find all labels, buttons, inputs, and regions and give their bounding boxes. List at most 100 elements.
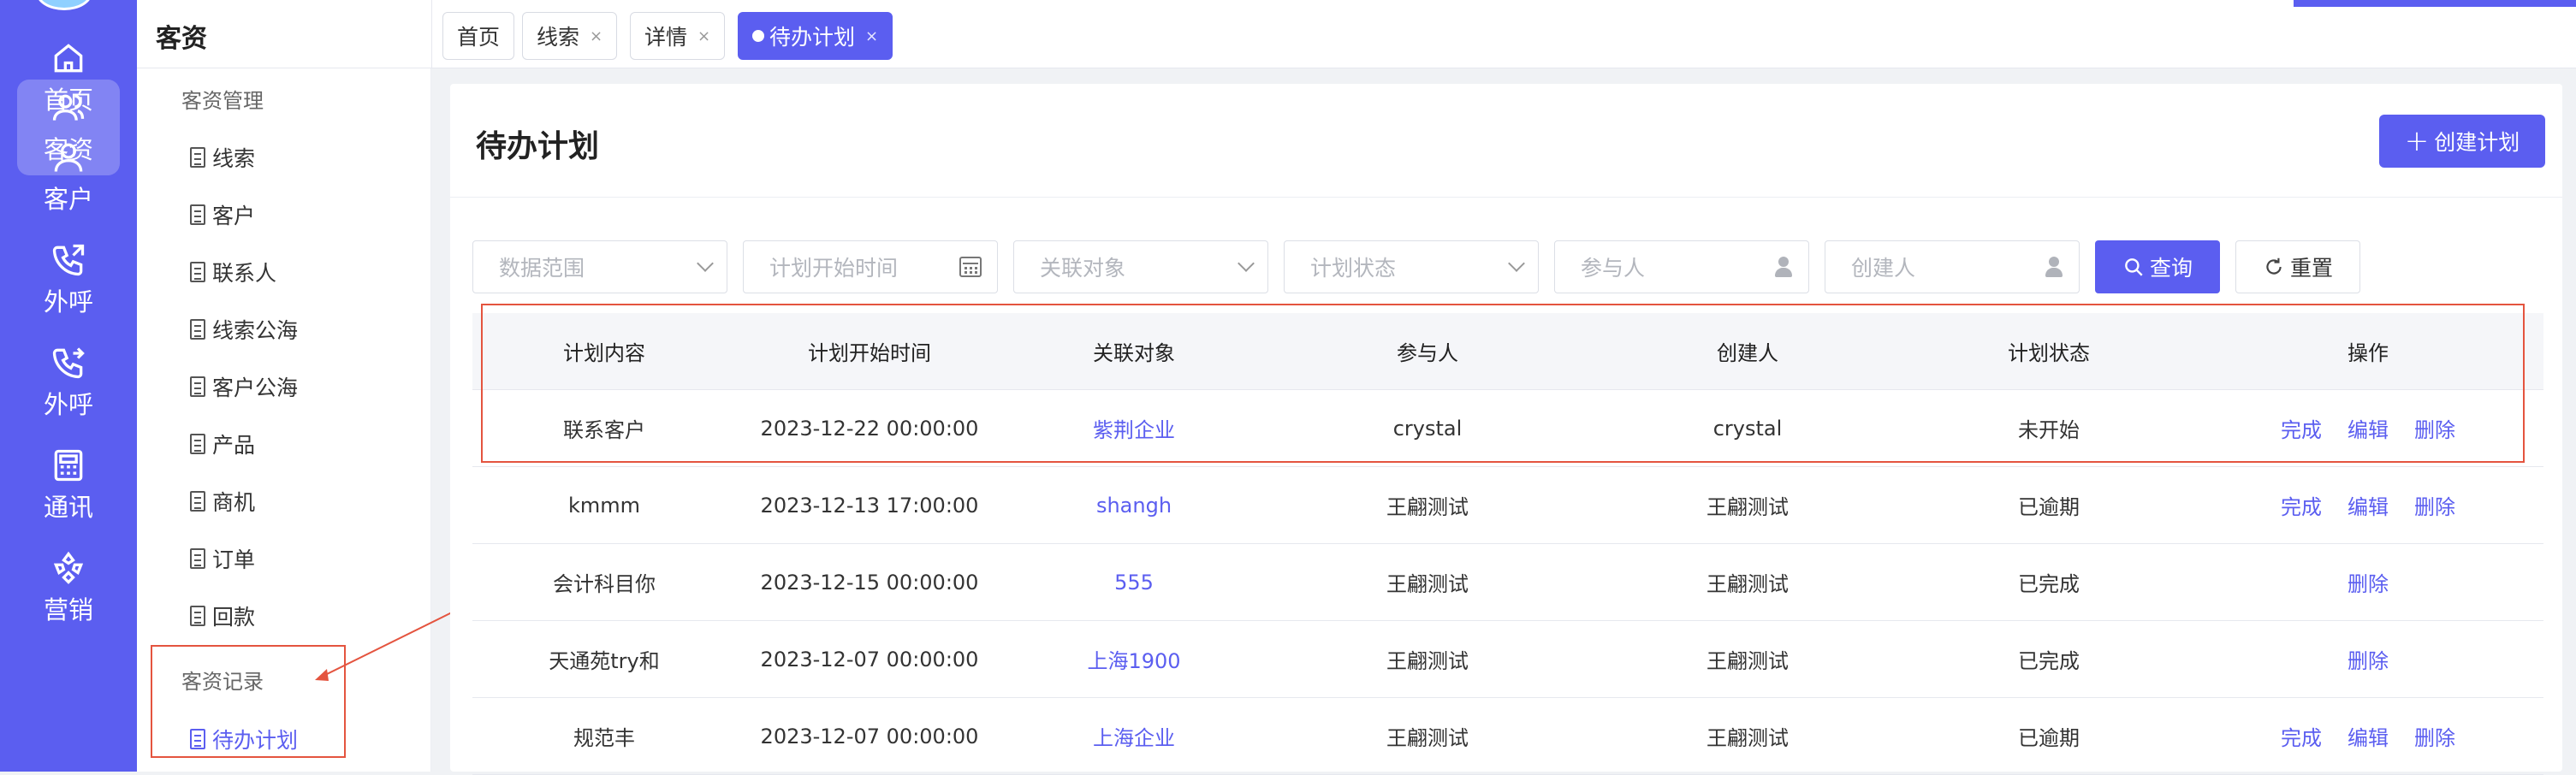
delete-link[interactable]: 删除 [2347, 567, 2389, 597]
tab-leads[interactable]: 线索 × [522, 12, 618, 60]
document-icon [190, 548, 205, 569]
search-icon [2125, 258, 2143, 276]
participant-input[interactable]: 参与人 [1554, 240, 1809, 293]
top-bar: 客资 首页 线索 × 详情 × 待办计划 × [137, 0, 2576, 68]
data-range-select[interactable]: 数据范围 [472, 240, 727, 293]
sidebar-item-lead-pool[interactable]: 线索公海 [190, 311, 298, 348]
creator: 王翩测试 [1706, 495, 1789, 519]
plan-status: 已逾期 [2018, 495, 2080, 519]
sidebar-item-contacts[interactable]: 联系人 [190, 253, 276, 291]
plan-status: 已完成 [2018, 649, 2080, 673]
rail-item-outbound-1[interactable]: 外呼 [17, 233, 120, 327]
sidebar-item-label: 客户公海 [212, 376, 299, 400]
participant: 王翩测试 [1386, 726, 1469, 750]
refresh-icon [2266, 257, 2282, 275]
divider [450, 197, 2562, 198]
sidebar-item-customers[interactable]: 客户 [190, 196, 255, 234]
placeholder: 参与人 [1581, 256, 1646, 281]
delete-link[interactable]: 删除 [2414, 721, 2455, 751]
creator: 王翩测试 [1706, 572, 1789, 596]
module-title: 客资 [156, 24, 207, 54]
delete-link[interactable]: 删除 [2414, 490, 2455, 520]
group-title-management: 客资管理 [181, 89, 264, 113]
participant: 王翩测试 [1386, 572, 1469, 596]
query-label: 查询 [2149, 256, 2193, 281]
rail-item-marketing[interactable]: 营销 [17, 541, 120, 635]
sidebar-item-label: 产品 [212, 433, 256, 458]
creator: 王翩测试 [1706, 726, 1789, 750]
complete-link[interactable]: 完成 [2281, 721, 2322, 751]
rail-label: 外呼 [43, 287, 93, 317]
sidebar-item-opportunities[interactable]: 商机 [190, 482, 255, 520]
create-plan-button[interactable]: + 创建计划 [2379, 115, 2545, 168]
document-icon [190, 376, 205, 397]
placeholder: 创建人 [1851, 256, 1916, 281]
calendar-icon [959, 257, 982, 277]
app-logo [36, 0, 92, 10]
plan-status-select[interactable]: 计划状态 [1284, 240, 1539, 293]
creator-input[interactable]: 创建人 [1825, 240, 2080, 293]
start-time: 2023-12-13 17:00:00 [760, 493, 979, 518]
close-icon[interactable]: × [697, 27, 710, 45]
document-icon [190, 606, 205, 626]
sidebar-item-label: 联系人 [212, 261, 277, 286]
table-row: 规范丰 2023-12-07 00:00:00 上海企业 王翩测试 王翩测试 已… [472, 698, 2543, 775]
edit-link[interactable]: 编辑 [2347, 490, 2389, 520]
rail-item-customer[interactable]: 客户 [17, 130, 120, 224]
start-time-picker[interactable]: 计划开始时间 [743, 240, 998, 293]
document-icon [190, 319, 205, 340]
tab-label: 线索 [537, 25, 580, 50]
placeholder: 关联对象 [1040, 256, 1126, 281]
rail-label: 客户 [43, 185, 93, 214]
row-actions: 完成 编辑 删除 [2193, 490, 2543, 520]
close-icon[interactable]: × [590, 27, 602, 45]
sidebar-item-payments[interactable]: 回款 [190, 597, 255, 635]
plan-status: 已完成 [2018, 572, 2080, 596]
sidebar-item-label: 线索公海 [212, 318, 299, 343]
start-time: 2023-12-15 00:00:00 [760, 570, 979, 595]
row-actions: 完成 编辑 删除 [2193, 721, 2543, 751]
sidebar-item-orders[interactable]: 订单 [190, 540, 255, 577]
query-button[interactable]: 查询 [2095, 240, 2220, 293]
home-icon [54, 44, 83, 73]
related-object-link[interactable]: 上海企业 [1003, 721, 1265, 751]
rail-item-contacts[interactable]: 通讯 [17, 438, 120, 532]
related-object-link[interactable]: shangh [1003, 494, 1265, 518]
edit-link[interactable]: 编辑 [2347, 721, 2389, 751]
tab-todo-plan[interactable]: 待办计划 × [738, 12, 893, 60]
document-icon [190, 491, 205, 512]
sidebar-item-customer-pool[interactable]: 客户公海 [190, 368, 298, 405]
reset-label: 重置 [2289, 256, 2333, 281]
sidebar-item-leads[interactable]: 线索 [190, 139, 255, 176]
rail-item-outbound-2[interactable]: 外呼 [17, 335, 120, 429]
marketing-icon [53, 551, 84, 584]
plan-content: 会计科目你 [553, 572, 656, 596]
placeholder: 计划开始时间 [769, 256, 899, 281]
reset-button[interactable]: 重置 [2235, 240, 2360, 293]
chevron-down-icon [697, 255, 714, 272]
related-object-link[interactable]: 555 [1003, 571, 1265, 595]
phone-outgoing-icon [52, 244, 85, 276]
tab-home[interactable]: 首页 [442, 12, 515, 60]
complete-link[interactable]: 完成 [2281, 490, 2322, 520]
user-icon [54, 143, 83, 172]
tab-detail[interactable]: 详情 × [630, 12, 726, 60]
participant: 王翩测试 [1386, 495, 1469, 519]
app-rail: 首页 客资 客户 外呼 外呼 通讯 营销 [0, 0, 137, 772]
related-object-select[interactable]: 关联对象 [1013, 240, 1268, 293]
table-row: 天通苑try和 2023-12-07 00:00:00 上海1900 王翩测试 … [472, 621, 2543, 698]
document-icon [190, 262, 205, 282]
delete-link[interactable]: 删除 [2347, 644, 2389, 674]
placeholder: 数据范围 [499, 256, 585, 281]
rail-label: 外呼 [43, 390, 93, 419]
close-icon[interactable]: × [865, 27, 878, 45]
phone-forward-icon [52, 347, 85, 379]
related-object-link[interactable]: 上海1900 [1003, 644, 1265, 674]
plan-content: 规范丰 [573, 726, 635, 750]
tab-label: 详情 [644, 25, 688, 50]
tab-label: 首页 [457, 25, 501, 50]
rail-label: 通讯 [43, 493, 93, 522]
plus-icon: + [2404, 124, 2430, 158]
sidebar-item-products[interactable]: 产品 [190, 425, 255, 463]
sidebar-item-label: 客户 [212, 204, 256, 228]
